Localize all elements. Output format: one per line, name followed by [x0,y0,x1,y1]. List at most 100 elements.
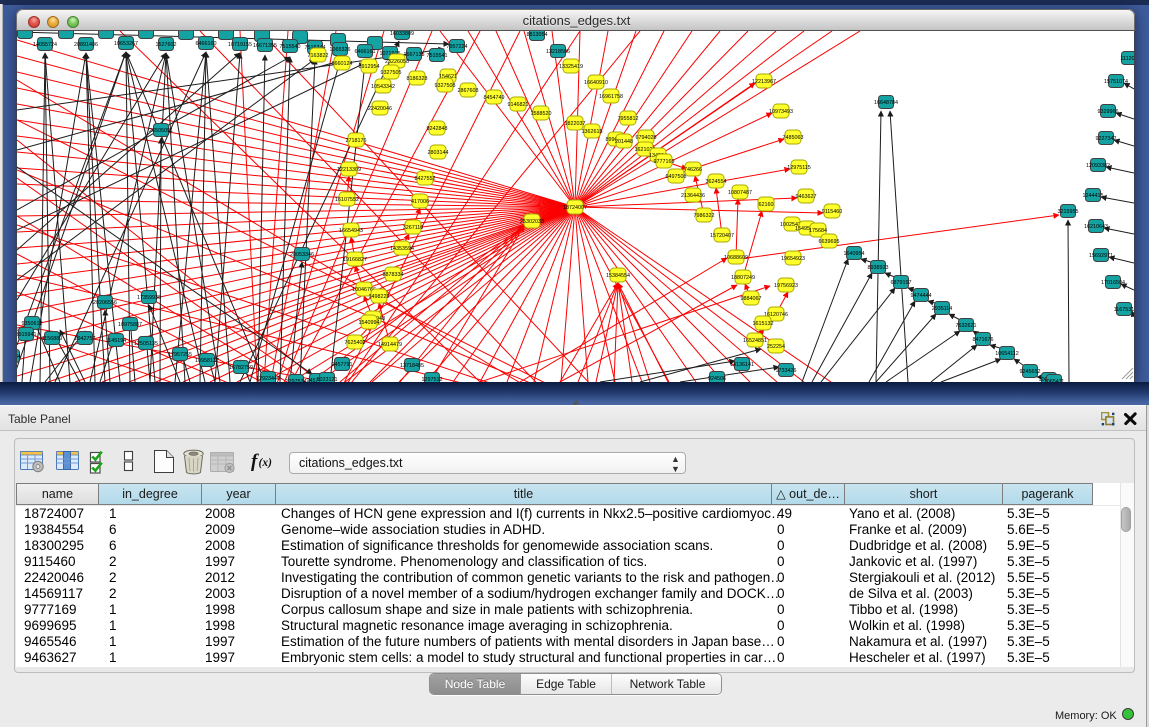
svg-text:6639695: 6639695 [819,239,840,245]
svg-text:6879197: 6879197 [891,280,912,286]
svg-text:12975115: 12975115 [787,165,811,171]
svg-text:20891406: 20891406 [74,42,98,48]
svg-text:25302033: 25302033 [520,219,544,225]
svg-text:252254: 252254 [767,344,785,350]
svg-text:3915941: 3915941 [17,332,37,338]
svg-text:8878334: 8878334 [383,272,404,278]
svg-text:(x): (x) [259,457,273,469]
svg-text:10543342: 10543342 [371,84,395,90]
svg-text:16671355: 16671355 [253,43,277,49]
svg-text:417006: 417006 [411,199,429,205]
svg-text:1065326: 1065326 [330,47,351,53]
svg-text:9327508: 9327508 [435,83,456,89]
svg-text:16654943: 16654943 [339,228,363,234]
svg-text:1733426: 1733426 [776,368,797,374]
svg-text:16210643: 16210643 [1084,224,1108,230]
svg-text:1822037: 1822037 [565,121,586,127]
svg-text:9457791: 9457791 [332,362,353,368]
svg-text:9350612: 9350612 [22,321,43,327]
svg-text:14353594: 14353594 [390,246,414,252]
svg-text:6466160: 6466160 [196,41,217,47]
svg-text:9242848: 9242848 [427,126,448,132]
svg-text:7625402: 7625402 [345,340,366,346]
svg-text:2718176: 2718176 [346,138,367,144]
svg-text:8186328: 8186328 [407,76,428,82]
svg-text:22420046: 22420046 [368,106,392,112]
svg-text:13718485: 13718485 [400,363,424,369]
svg-text:2942757: 2942757 [75,336,96,342]
svg-text:23226058: 23226058 [385,59,409,65]
svg-text:115684: 115684 [17,354,21,360]
svg-text:7986322: 7986322 [694,213,715,219]
svg-text:9463627: 9463627 [796,194,817,200]
svg-text:2935114: 2935114 [932,306,953,312]
svg-text:9227342: 9227342 [1096,136,1117,142]
svg-text:8938923: 8938923 [868,265,889,271]
svg-text:10653267: 10653267 [114,41,138,47]
svg-text:111207: 111207 [1120,56,1134,62]
svg-text:12213309: 12213309 [337,167,361,173]
svg-text:10975887: 10975887 [118,322,142,328]
svg-text:1588520: 1588520 [531,111,552,117]
svg-text:201448: 201448 [615,139,633,145]
svg-text:10973493: 10973493 [769,109,793,115]
svg-text:19756923: 19756923 [774,283,798,289]
svg-text:12505135: 12505135 [134,341,158,347]
svg-text:19166827: 19166827 [343,257,367,263]
svg-text:10807487: 10807487 [728,190,752,196]
svg-text:17016504: 17016504 [1101,280,1125,286]
svg-text:7632621: 7632621 [956,323,977,329]
svg-text:1156889: 1156889 [42,336,63,342]
svg-text:2803144: 2803144 [428,150,449,156]
svg-text:7957224: 7957224 [447,44,468,50]
svg-text:16782759: 16782759 [229,365,253,371]
svg-text:7485063: 7485063 [783,135,804,141]
svg-text:16648784: 16648784 [874,100,898,106]
svg-text:13218506: 13218506 [546,49,570,55]
svg-text:7955812: 7955812 [618,116,639,122]
svg-text:2867608: 2867608 [458,88,479,94]
svg-text:14136141: 14136141 [730,362,754,368]
svg-text:7515540: 7515540 [280,44,301,50]
svg-text:1667135: 1667135 [404,52,425,58]
svg-text:9327505: 9327505 [381,70,402,76]
svg-text:16107552: 16107552 [335,197,359,203]
svg-text:1244415: 1244415 [1083,193,1104,199]
svg-text:6497508: 6497508 [666,174,687,180]
svg-text:8454749: 8454749 [484,95,505,101]
svg-text:7163822: 7163822 [308,53,329,59]
svg-text:10654112: 10654112 [995,351,1019,357]
svg-text:175684: 175684 [809,228,827,234]
svg-text:8912954: 8912954 [359,64,380,70]
svg-text:1145194: 1145194 [106,338,127,344]
svg-text:18807249: 18807249 [731,275,755,281]
svg-text:15384554: 15384554 [606,273,630,279]
svg-text:9146821: 9146821 [508,102,529,108]
svg-text:1640954: 1640954 [844,251,865,257]
svg-text:10688609: 10688609 [724,255,748,261]
svg-text:13325419: 13325419 [559,64,583,70]
svg-text:15720407: 15720407 [710,233,734,239]
svg-text:16524851: 16524851 [743,338,767,344]
svg-text:8813054: 8813054 [527,32,548,38]
svg-text:20053346: 20053346 [290,252,314,258]
svg-text:62160: 62160 [759,202,774,208]
svg-text:9884067: 9884067 [741,296,762,302]
svg-text:16033809: 16033809 [390,31,414,37]
svg-text:3215955: 3215955 [1058,209,1079,215]
svg-text:1527602: 1527602 [156,42,177,48]
svg-text:8427552: 8427552 [415,176,436,182]
svg-text:1615132: 1615132 [753,321,774,327]
svg-text:12093382: 12093382 [1086,163,1110,169]
svg-text:9777169: 9777169 [654,159,675,165]
svg-text:12213967: 12213967 [752,79,776,85]
svg-text:746266: 746266 [684,167,702,173]
svg-text:15692971: 15692971 [1089,253,1113,259]
svg-text:1540994: 1540994 [359,320,380,326]
svg-text:1498222: 1498222 [369,294,390,300]
svg-text:14055724: 14055724 [33,42,57,48]
svg-text:3624554: 3624554 [706,179,727,185]
svg-text:16961758: 16961758 [599,94,623,100]
svg-text:9245652: 9245652 [1020,369,1041,375]
svg-text:3267110: 3267110 [403,225,424,231]
